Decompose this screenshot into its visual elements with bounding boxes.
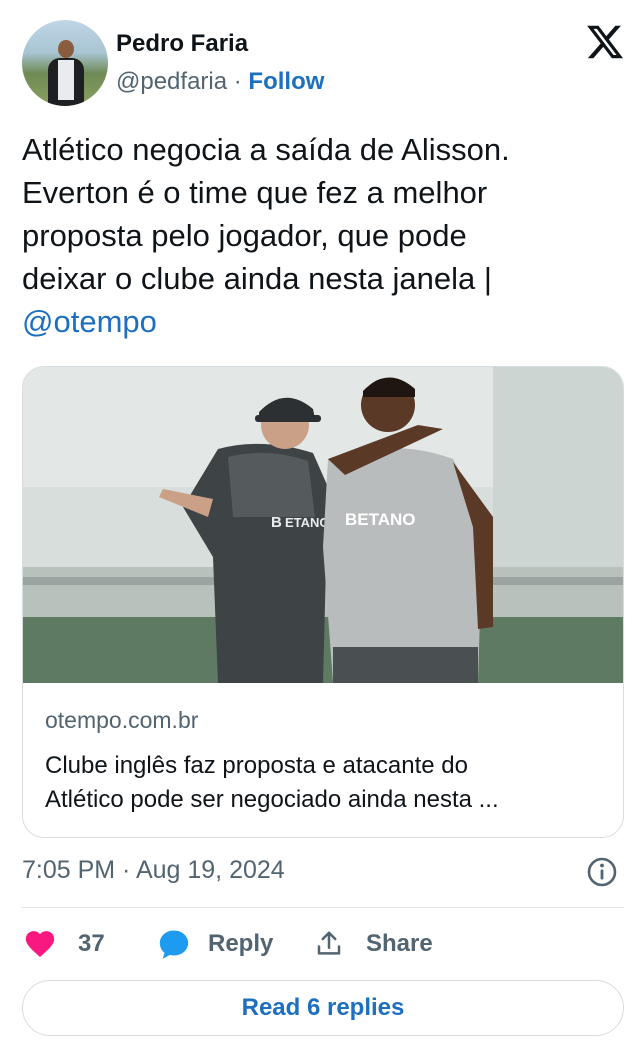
follow-button[interactable]: Follow	[248, 68, 324, 95]
tweet-text-line: proposta pelo jogador, que pode	[22, 218, 467, 253]
x-logo-icon[interactable]	[584, 22, 626, 62]
share-label: Share	[366, 930, 433, 957]
tweet-header: Pedro Faria @pedfaria · Follow	[22, 20, 626, 110]
players-photo: B ETANO BETANO	[23, 367, 623, 683]
author-name[interactable]: Pedro Faria	[116, 30, 248, 58]
like-button[interactable]: 37	[22, 924, 105, 964]
heart-icon	[25, 931, 55, 958]
card-title: Clube inglês faz proposta e atacante do …	[45, 749, 605, 817]
separator: ·	[227, 68, 249, 95]
author-handle[interactable]: @pedfaria	[116, 68, 227, 95]
svg-text:ETANO: ETANO	[285, 515, 330, 530]
info-icon[interactable]	[586, 856, 618, 888]
author-handle-line: @pedfaria · Follow	[116, 68, 324, 96]
card-title-line: Clube inglês faz proposta e atacante do	[45, 752, 468, 779]
tweet-timestamp[interactable]: 7:05 PM · Aug 19, 2024	[22, 856, 285, 885]
tweet-text: Atlético negocia a saída de Alisson. Eve…	[22, 128, 622, 343]
reply-button[interactable]: Reply	[156, 924, 273, 964]
card-domain: otempo.com.br	[45, 707, 199, 733]
svg-text:B: B	[271, 514, 282, 531]
link-card[interactable]: B ETANO BETANO otempo.com.br Clube inglê…	[22, 366, 624, 838]
read-replies-button[interactable]: Read 6 replies	[22, 980, 624, 1036]
card-image: B ETANO BETANO	[23, 367, 623, 683]
tweet-actions: 37 Reply Share	[22, 924, 622, 964]
sponsor-text: BETANO	[345, 510, 416, 529]
reply-label: Reply	[208, 930, 274, 957]
divider	[22, 907, 624, 908]
tweet-text-line: Everton é o time que fez a melhor	[22, 175, 488, 210]
like-count: 37	[78, 930, 105, 957]
tweet-text-line: Atlético negocia a saída de Alisson.	[22, 132, 510, 167]
reply-bubble-icon	[159, 930, 189, 959]
share-button[interactable]: Share	[314, 924, 433, 964]
share-icon	[317, 931, 341, 955]
card-title-line: Atlético pode ser negociado ainda nesta …	[45, 786, 499, 813]
avatar[interactable]	[22, 20, 108, 106]
mention-link[interactable]: @otempo	[22, 300, 622, 343]
tweet-text-line: deixar o clube ainda nesta janela |	[22, 261, 492, 296]
